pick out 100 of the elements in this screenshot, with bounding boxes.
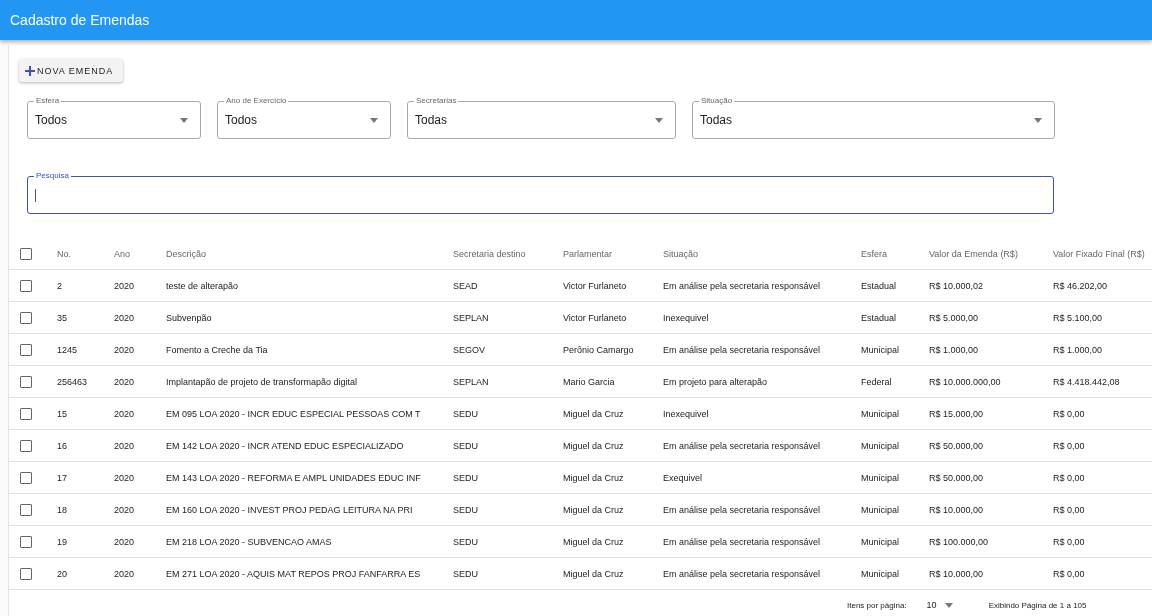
table-cell-text: SEGOV	[453, 344, 486, 355]
row-checkbox[interactable]	[20, 567, 32, 580]
table-cell-text: Miguel da Cruz	[563, 472, 625, 483]
table-cell-text: R$ 10.000,00	[929, 568, 985, 579]
table-cell-text: teste de alterapão	[166, 280, 240, 291]
row-checkbox[interactable]	[20, 343, 32, 356]
table-cell-text: 18	[57, 504, 68, 515]
table-cell-text: EM 218 LOA 2020 - SUBVENCAO AMAS	[166, 536, 333, 547]
table-cell-text: Miguel da Cruz	[563, 408, 625, 419]
table-cell-text: SEDU	[453, 568, 479, 579]
page-range-text: Exibindo Página de 1 a 105	[988, 600, 1087, 610]
table-cell-text: 2020	[114, 568, 136, 579]
table-cell-text: Miguel da Cruz	[563, 536, 625, 547]
table-cell-text: R$ 0,00	[1053, 536, 1086, 547]
row-checkbox[interactable]	[20, 279, 32, 292]
column-header[interactable]: Esfera	[861, 249, 929, 259]
table-cell-text: 2	[57, 280, 63, 291]
field-label: Secretarias	[414, 96, 459, 106]
table-cell-text: SEDU	[453, 504, 479, 515]
table-cell-text: EM 095 LOA 2020 - INCR EDUC ESPECIAL PESSOAS COM T	[166, 408, 422, 419]
select-all-checkbox[interactable]	[20, 248, 32, 260]
dropdown-arrow-icon	[655, 117, 663, 123]
dropdown-arrow-icon	[944, 602, 953, 608]
table-cell-text: Municipal	[861, 472, 901, 483]
field-label: Esfera	[34, 96, 62, 106]
table-cell-text: 256463	[57, 376, 89, 387]
table-cell-text: R$ 46.202,00	[1053, 280, 1109, 291]
row-checkbox[interactable]	[20, 439, 32, 452]
row-checkbox[interactable]	[20, 471, 32, 484]
table-cell-text: EM 143 LOA 2020 - REFORMA E AMPL UNIDADES EDUC INF	[166, 472, 422, 483]
table-cell-text: SEAD	[453, 280, 479, 291]
table-cell-text: 35	[57, 312, 68, 323]
dropdown-arrow-icon	[1034, 117, 1042, 123]
table-cell-text: R$ 100.000,00	[929, 536, 990, 547]
column-header[interactable]: Situação	[663, 249, 861, 259]
select-value: Todas	[700, 113, 733, 127]
column-header[interactable]: Parlamentar	[563, 249, 663, 259]
table-cell-text: 2020	[114, 280, 136, 291]
table-cell-text: EM 160 LOA 2020 - INVEST PROJ PEDAG LEITURA NA PRI	[166, 504, 414, 515]
table-cell-text: Em análise pela secretaria responsável	[663, 280, 822, 291]
row-checkbox[interactable]	[20, 535, 32, 548]
table-cell-text: 2020	[114, 376, 136, 387]
items-per-page-label: Itens por página:	[847, 600, 907, 610]
column-header[interactable]: Secretaria destino	[453, 249, 563, 259]
table-cell-text: 20	[57, 568, 68, 579]
table-cell-text: R$ 10.000.000,00	[929, 376, 1002, 387]
table-cell-text: R$ 5.000,00	[929, 312, 980, 323]
table-cell-text: Em análise pela secretaria responsável	[663, 568, 822, 579]
table-cell-text: SEDU	[453, 440, 479, 451]
table-cell-text: R$ 10.000,02	[929, 280, 985, 291]
row-checkbox[interactable]	[20, 407, 32, 420]
select-value: Todos	[225, 113, 258, 127]
select-value: Todos	[35, 113, 68, 127]
row-checkbox[interactable]	[20, 375, 32, 388]
table-cell-text: 19	[57, 536, 68, 547]
table-cell-text: R$ 0,00	[1053, 408, 1086, 419]
row-checkbox[interactable]	[20, 311, 32, 324]
new-amendment-button[interactable]: NOVA EMENDA	[19, 59, 124, 82]
field-label: Pesquisa	[34, 171, 71, 181]
table-cell-text: Em análise pela secretaria responsável	[663, 504, 822, 515]
table-cell-text: Mario Garcia	[563, 376, 616, 387]
table-cell-text: Em projeto para alterapão	[663, 376, 769, 387]
table-cell-text: 15	[57, 408, 68, 419]
table-cell-text: R$ 0,00	[1053, 504, 1086, 515]
page-size-select[interactable]: 10	[926, 600, 953, 610]
column-header[interactable]: Valor da Emenda (R$)	[929, 249, 1053, 259]
table-cell-text: Municipal	[861, 344, 901, 355]
table-cell-text: SEPLAN	[453, 376, 490, 387]
column-header[interactable]: Ano	[114, 249, 166, 259]
table-cell-text: R$ 0,00	[1053, 568, 1086, 579]
table-cell-text: Victor Furlaneto	[563, 312, 628, 323]
field-label: Situação	[699, 96, 735, 106]
table-cell-text: R$ 10.000,00	[929, 504, 985, 515]
table-cell-text: Estadual	[861, 312, 898, 323]
table-cell-text: Implantapão de projeto de transformapão digital	[166, 376, 359, 387]
table-cell-text: Perônio Camargo	[563, 344, 635, 355]
table-cell-text: 17	[57, 472, 68, 483]
plus-icon	[25, 65, 35, 76]
table-cell-text: 2020	[114, 440, 136, 451]
table-cell-text: Em análise pela secretaria responsável	[663, 344, 822, 355]
table-cell-text: 16	[57, 440, 68, 451]
table-cell-text: Federal	[861, 376, 893, 387]
table-cell-text: 2020	[114, 472, 136, 483]
table-cell-text: SEDU	[453, 408, 479, 419]
table-cell-text: EM 271 LOA 2020 - AQUIS MAT REPOS PROJ FANFARRA ES	[166, 568, 422, 579]
table-cell-text: 2020	[114, 408, 136, 419]
table-cell-text: SEDU	[453, 536, 479, 547]
table-cell-text: R$ 0,00	[1053, 472, 1086, 483]
table-cell-text: R$ 50.000,00	[929, 472, 985, 483]
table-cell-text: Municipal	[861, 504, 901, 515]
column-header[interactable]: No.	[57, 249, 114, 259]
row-checkbox[interactable]	[20, 503, 32, 516]
table-cell-text: SEDU	[453, 472, 479, 483]
table-cell-text: 2020	[114, 344, 136, 355]
dropdown-arrow-icon	[180, 117, 188, 123]
table-cell-text: 2020	[114, 536, 136, 547]
column-header[interactable]: Descrição	[166, 249, 453, 259]
column-header[interactable]: Valor Fixado Final (R$)	[1053, 249, 1152, 259]
table-cell-text: Em análise pela secretaria responsável	[663, 440, 822, 451]
table-cell-text: 2020	[114, 312, 136, 323]
